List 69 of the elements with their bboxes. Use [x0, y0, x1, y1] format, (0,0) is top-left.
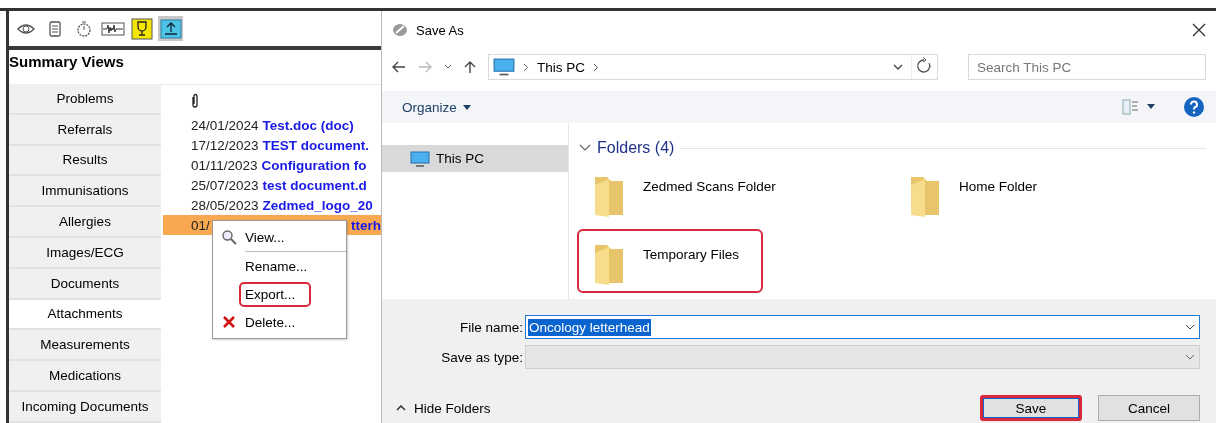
waveform-icon: [100, 19, 125, 38]
sidebar-tab[interactable]: Results: [9, 145, 161, 177]
folder-item[interactable]: Home Folder: [893, 161, 1079, 225]
attachment-date: 28/05/2023: [191, 197, 259, 213]
dialog-button[interactable]: Save: [980, 395, 1082, 421]
caret-icon[interactable]: [1146, 104, 1156, 110]
group-header: Folders (4): [597, 139, 675, 157]
magnifier-icon: [221, 229, 237, 245]
computer-icon: [410, 150, 430, 167]
menu-item[interactable]: View...: [241, 226, 289, 248]
attachment-link[interactable]: Zedmed_logo_20: [262, 197, 373, 213]
attachment-date: 25/07/2023: [191, 177, 259, 193]
sidebar-tab[interactable]: Referrals: [9, 114, 161, 146]
attachment-date: 01/11/2023: [191, 157, 258, 173]
trophy-icon: [130, 17, 153, 40]
attachment-date: 24/01/2024: [191, 117, 259, 133]
folder-item[interactable]: Zedmed Scans Folder: [577, 161, 792, 225]
attachment-date: 17/12/2023: [191, 137, 259, 153]
field-label: Save as type:: [440, 349, 524, 365]
toolbar-button[interactable]: [129, 16, 154, 41]
field-label: File name:: [458, 319, 524, 335]
folder-item[interactable]: Temporary Files: [577, 229, 763, 293]
chevron-down-icon[interactable]: [1185, 324, 1195, 330]
menu-item[interactable]: Rename...: [241, 255, 312, 277]
address-bar[interactable]: This PC: [488, 54, 938, 80]
sidebar-tab[interactable]: Incoming Documents: [9, 391, 161, 423]
sidebar-tab[interactable]: Measurements: [9, 330, 161, 362]
up-arrow-icon[interactable]: [464, 60, 476, 74]
toolbar-button[interactable]: [158, 16, 183, 41]
chevron-right-icon: [523, 62, 529, 72]
panel-title: Summary Views: [9, 52, 125, 72]
attachment-link[interactable]: TEST document.: [262, 137, 370, 153]
dialog-button[interactable]: Cancel: [1098, 395, 1200, 421]
chevron-up-icon: [396, 405, 406, 411]
caret-icon: [462, 104, 471, 110]
nav-pane-label: This PC: [436, 151, 484, 166]
menu-item[interactable]: Export...: [241, 283, 310, 305]
paperclip-icon: [191, 93, 199, 109]
attachment-link[interactable]: Test.doc (doc): [262, 117, 354, 133]
sidebar-tab[interactable]: Images/ECG: [9, 238, 161, 269]
sidebar-tab[interactable]: Allergies: [9, 207, 161, 238]
attachment-link[interactable]: tterh: [351, 217, 381, 233]
chevron-down-icon[interactable]: [893, 64, 903, 70]
sidebar-tab[interactable]: Medications: [9, 361, 161, 392]
attachment-date: 01/: [191, 217, 210, 233]
breadcrumb[interactable]: This PC: [537, 59, 585, 75]
window-title: Save As: [416, 22, 465, 38]
close-icon[interactable]: [1192, 23, 1206, 37]
chevron-icon[interactable]: [579, 143, 591, 153]
app-logo-icon: [392, 23, 408, 37]
organize-menu[interactable]: Organize: [402, 99, 471, 115]
file-name-field[interactable]: Oncology letterhead: [525, 315, 1200, 339]
chevron-down-icon[interactable]: [444, 64, 452, 70]
sidebar-tab[interactable]: Immunisations: [9, 176, 161, 208]
menu-item[interactable]: Delete...: [241, 311, 300, 333]
chevron-right-icon: [593, 62, 599, 72]
nav-pane-item[interactable]: This PC: [382, 145, 568, 172]
attachment-link[interactable]: test document.d: [262, 177, 367, 193]
search-field[interactable]: Search This PC: [968, 54, 1206, 80]
sidebar-tab[interactable]: Documents: [9, 268, 161, 300]
computer-icon: [493, 58, 515, 76]
upload-icon: [159, 18, 182, 39]
help-icon[interactable]: [1184, 97, 1204, 117]
hide-folders-button[interactable]: Hide Folders: [382, 400, 491, 416]
chevron-down-icon[interactable]: [1185, 354, 1195, 360]
delete-icon: [223, 316, 235, 328]
back-arrow-icon[interactable]: [392, 61, 406, 73]
sidebar-tab[interactable]: Problems: [9, 84, 161, 115]
attachment-link[interactable]: Configuration fo: [261, 157, 367, 173]
